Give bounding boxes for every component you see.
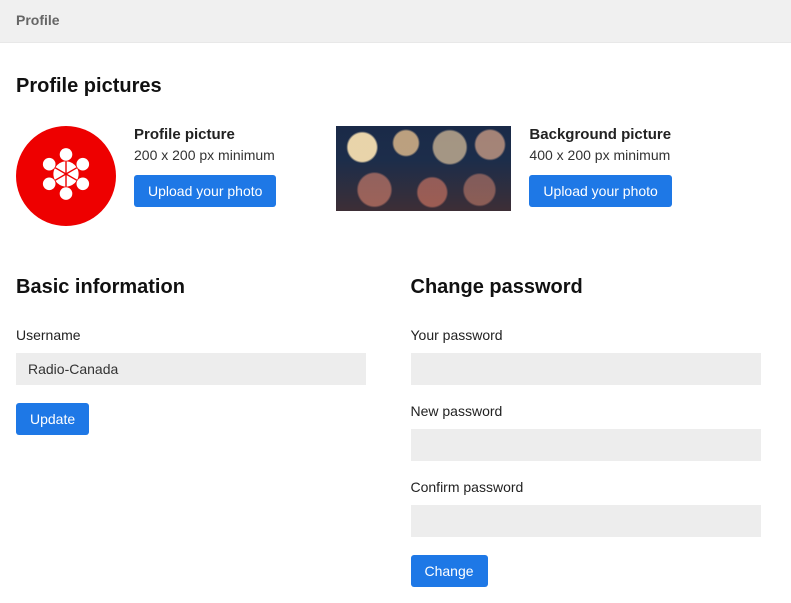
profile-picture-hint: 200 x 200 px minimum	[134, 147, 276, 163]
pictures-row: Profile picture 200 x 200 px minimum Upl…	[16, 126, 775, 226]
profile-picture-meta: Profile picture 200 x 200 px minimum Upl…	[134, 126, 276, 207]
tab-profile[interactable]: Profile	[16, 12, 60, 28]
tab-bar: Profile	[0, 0, 791, 43]
username-input[interactable]	[16, 353, 366, 385]
avatar	[16, 126, 116, 226]
change-password-column: Change password Your password New passwo…	[411, 276, 776, 587]
cbc-logo-icon	[31, 139, 101, 214]
form-columns: Basic information Username Update Change…	[16, 276, 775, 587]
current-password-label: Your password	[411, 327, 776, 343]
pictures-heading: Profile pictures	[16, 75, 775, 98]
profile-picture-group: Profile picture 200 x 200 px minimum Upl…	[16, 126, 276, 226]
current-password-input[interactable]	[411, 353, 761, 385]
username-label: Username	[16, 327, 381, 343]
profile-picture-title: Profile picture	[134, 126, 276, 143]
change-password-heading: Change password	[411, 276, 776, 299]
confirm-password-label: Confirm password	[411, 479, 776, 495]
upload-background-photo-button[interactable]: Upload your photo	[529, 175, 671, 207]
basic-info-heading: Basic information	[16, 276, 381, 299]
new-password-input[interactable]	[411, 429, 761, 461]
background-thumbnail	[336, 126, 511, 211]
content-area: Profile pictures	[0, 43, 791, 603]
new-password-label: New password	[411, 403, 776, 419]
background-picture-group: Background picture 400 x 200 px minimum …	[336, 126, 671, 226]
background-picture-hint: 400 x 200 px minimum	[529, 147, 671, 163]
basic-info-column: Basic information Username Update	[16, 276, 381, 587]
background-picture-title: Background picture	[529, 126, 671, 143]
update-button[interactable]: Update	[16, 403, 89, 435]
upload-profile-photo-button[interactable]: Upload your photo	[134, 175, 276, 207]
change-password-button[interactable]: Change	[411, 555, 488, 587]
confirm-password-input[interactable]	[411, 505, 761, 537]
background-picture-meta: Background picture 400 x 200 px minimum …	[529, 126, 671, 207]
